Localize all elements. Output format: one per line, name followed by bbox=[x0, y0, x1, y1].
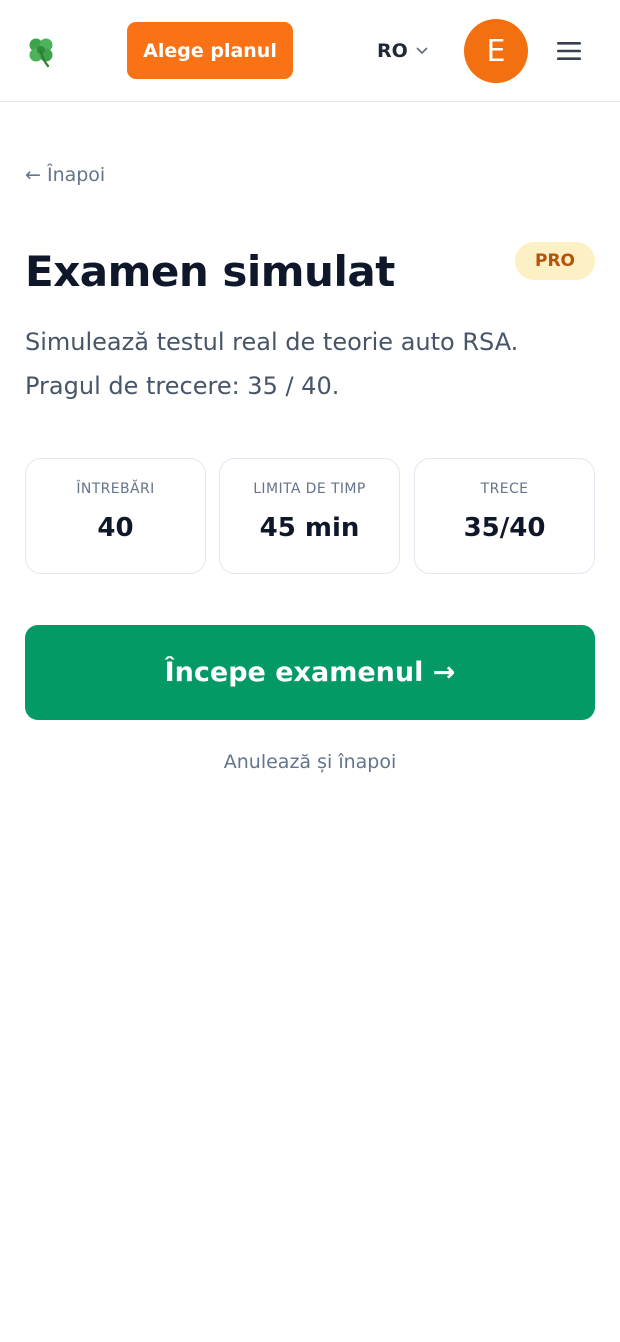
language-code: RO bbox=[377, 40, 408, 62]
stat-label: LIMITA DE TIMP bbox=[253, 481, 366, 497]
start-exam-button[interactable]: Începe examenul → bbox=[25, 625, 595, 720]
stat-label: TRECE bbox=[480, 481, 529, 497]
chevron-down-icon bbox=[416, 47, 428, 55]
stat-card-time-limit: LIMITA DE TIMP 45 min bbox=[219, 458, 400, 574]
description-line: Simulează testul real de teorie auto RSA… bbox=[25, 328, 519, 356]
pro-badge: PRO bbox=[515, 242, 595, 280]
language-selector[interactable]: RO bbox=[377, 36, 428, 66]
stat-card-pass: TRECE 35/40 bbox=[414, 458, 595, 574]
hamburger-menu-icon[interactable] bbox=[555, 39, 583, 63]
start-exam-label: Începe examenul → bbox=[164, 657, 456, 688]
pro-badge-label: PRO bbox=[534, 251, 575, 271]
stat-value: 40 bbox=[97, 513, 134, 543]
stat-label: ÎNTREBĂRI bbox=[76, 481, 155, 497]
page-description: Simulează testul real de teorie auto RSA… bbox=[25, 320, 600, 408]
avatar-initial: E bbox=[486, 33, 506, 69]
choose-plan-button[interactable]: Alege planul bbox=[127, 22, 293, 79]
back-link[interactable]: ← Înapoi bbox=[25, 160, 105, 190]
cancel-link-text[interactable]: Anulează și înapoi bbox=[224, 751, 397, 773]
top-navbar: Alege planul RO E bbox=[0, 0, 620, 102]
four-leaf-clover-icon[interactable] bbox=[26, 36, 56, 68]
stat-card-questions: ÎNTREBĂRI 40 bbox=[25, 458, 206, 574]
cancel-and-back-link: Anulează și înapoi bbox=[0, 746, 620, 778]
pass-threshold-line: Pragul de trecere: 35 / 40. bbox=[25, 372, 340, 400]
stat-value: 45 min bbox=[259, 513, 360, 543]
choose-plan-label: Alege planul bbox=[143, 39, 277, 62]
page-title: Examen simulat bbox=[25, 247, 395, 296]
stat-value: 35/40 bbox=[463, 513, 546, 543]
user-avatar[interactable]: E bbox=[464, 19, 528, 83]
